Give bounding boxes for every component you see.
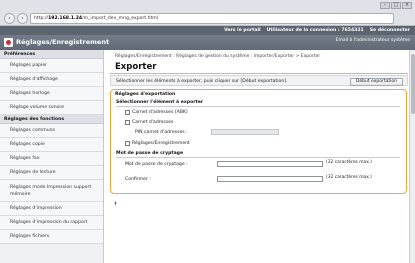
option-abk-row[interactable]: Carnet d'adresses (ABK) [125, 110, 188, 115]
sidebar-item-clock[interactable]: Réglages horloge [0, 87, 103, 101]
sidebar-item-printer[interactable]: Réglages d'impression [0, 202, 103, 216]
logout-link[interactable]: Se déconnecter [370, 28, 410, 33]
sidebar: Préférences Réglages papier Réglages d'a… [0, 50, 104, 263]
export-settings-title: Réglages d'exportation [115, 92, 176, 97]
confirm-max-note: (32 caractères max.) [326, 175, 372, 180]
option-address-book-row[interactable]: Carnet d'adresses [125, 120, 173, 125]
sidebar-item-scan[interactable]: Réglages de lecture [0, 166, 103, 180]
minimize-icon[interactable]: – [380, 2, 390, 9]
sidebar-item-fax[interactable]: Réglages fax [0, 152, 103, 166]
maximize-icon[interactable]: □ [391, 2, 401, 9]
title-divider [110, 73, 408, 74]
sidebar-item-copy[interactable]: Réglages copie [0, 138, 103, 152]
window-controls: – □ × [380, 2, 412, 9]
settings-label: Réglages/Enregistrement [132, 141, 190, 146]
sidebar-item-volume[interactable]: Réglage volume sonore [0, 101, 103, 115]
confirm-label: Confirmer : [125, 177, 151, 182]
sidebar-item-paper[interactable]: Réglages papier [0, 59, 103, 73]
forward-icon[interactable]: › [17, 13, 28, 24]
scrollbar-thumb[interactable] [411, 54, 415, 114]
header-strip: Vers le portail Utilisateur de la connex… [0, 26, 415, 35]
abk-label: Carnet d'adresses (ABK) [132, 110, 188, 115]
url-text: http://192.168.1.24/m_import_dev_mng_exp… [34, 16, 159, 21]
settings-logo-icon [4, 37, 13, 47]
email-admin-link[interactable]: Email à l'administrateur système [336, 38, 410, 43]
login-user-label: Utilisateur de la connexion : 7654321 [266, 28, 364, 33]
start-export-button[interactable]: Début exportation [349, 77, 403, 86]
instruction-row: Sélectionner les éléments à exporter, pu… [110, 75, 408, 86]
option-settings-row[interactable]: Réglages/Enregistrement [125, 141, 190, 146]
settings-checkbox[interactable] [125, 141, 130, 146]
password-input[interactable] [217, 161, 323, 167]
address-bar[interactable]: http://192.168.1.24/m_import_dev_mng_exp… [30, 13, 394, 24]
password-heading: Mot de passe de cryptage [116, 151, 400, 158]
back-icon[interactable]: ‹ [4, 13, 15, 24]
back-to-top-icon[interactable]: ⯭ [114, 201, 117, 207]
select-item-heading: Sélectionner l'élément à exporter [116, 100, 400, 107]
sidebar-item-common[interactable]: Réglages communs [0, 124, 103, 138]
close-icon[interactable]: × [402, 2, 412, 9]
sidebar-item-report[interactable]: Réglages d'impression du rapport [0, 216, 103, 230]
user-id: 7654321 [341, 28, 364, 33]
portal-link[interactable]: Vers le portail [224, 28, 260, 33]
confirm-password-input[interactable] [217, 176, 323, 182]
pin-label: PIN carnet d'adresses : [135, 130, 188, 135]
instruction-text: Sélectionner les éléments à exporter, pu… [116, 78, 288, 84]
sidebar-item-display[interactable]: Réglages d'affichage [0, 73, 103, 87]
address-book-label: Carnet d'adresses [132, 120, 174, 125]
page-title: Exporter [115, 62, 157, 72]
app-header: Vers le portail Utilisateur de la connex… [0, 26, 415, 50]
sidebar-heading-preferences: Préférences [0, 50, 103, 59]
page-scrollbar[interactable] [409, 50, 415, 263]
sidebar-item-media-print[interactable]: Réglages mode Impression support mémoire [0, 180, 103, 202]
breadcrumb: Réglages/Enregistrement : Réglages de ge… [115, 54, 321, 59]
password-label: Mot de passe de cryptage : [125, 162, 188, 167]
nav-buttons: ‹ › [4, 13, 28, 24]
password-max-note: (32 caractères max.) [326, 160, 372, 165]
browser-chrome: – □ × ‹ › http://192.168.1.24/m_import_d… [0, 0, 415, 26]
app-title-text: Réglages/Enregistrement [16, 38, 110, 46]
address-book-checkbox[interactable] [125, 120, 130, 125]
sidebar-heading-functions: Réglages des fonctions [0, 115, 103, 124]
app-title: Réglages/Enregistrement [4, 36, 109, 48]
abk-checkbox[interactable] [125, 110, 130, 115]
sidebar-item-files[interactable]: Réglages fichiers [0, 230, 103, 244]
pin-input[interactable] [211, 129, 279, 135]
main-content: Réglages/Enregistrement : Réglages de ge… [110, 52, 408, 263]
export-settings-panel: Réglages d'exportation Sélectionner l'él… [110, 89, 407, 194]
